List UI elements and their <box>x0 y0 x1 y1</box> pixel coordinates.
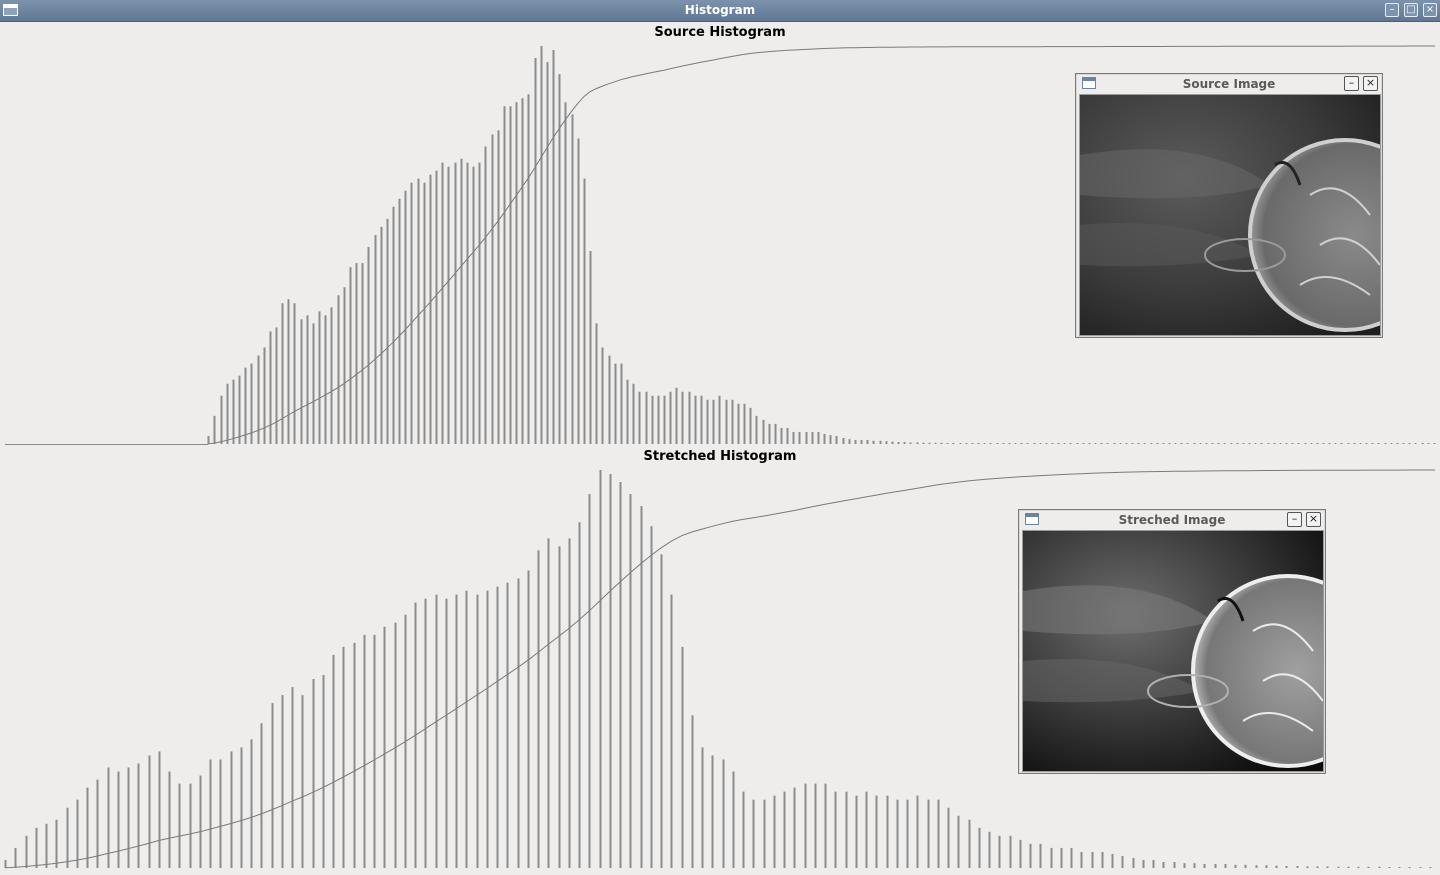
source-image-window[interactable]: Source Image – × <box>1075 73 1383 338</box>
minimize-icon[interactable]: – <box>1344 76 1359 91</box>
stretched-image <box>1022 530 1324 772</box>
stretched-image-window[interactable]: Streched Image – × <box>1018 509 1326 774</box>
close-icon[interactable]: × <box>1363 76 1378 91</box>
minimize-icon[interactable]: – <box>1287 512 1302 527</box>
source-image <box>1079 94 1381 336</box>
close-icon[interactable]: × <box>1306 512 1321 527</box>
source-image-window-title: Source Image <box>1182 77 1276 91</box>
stretched-image-window-title: Streched Image <box>1118 513 1226 527</box>
